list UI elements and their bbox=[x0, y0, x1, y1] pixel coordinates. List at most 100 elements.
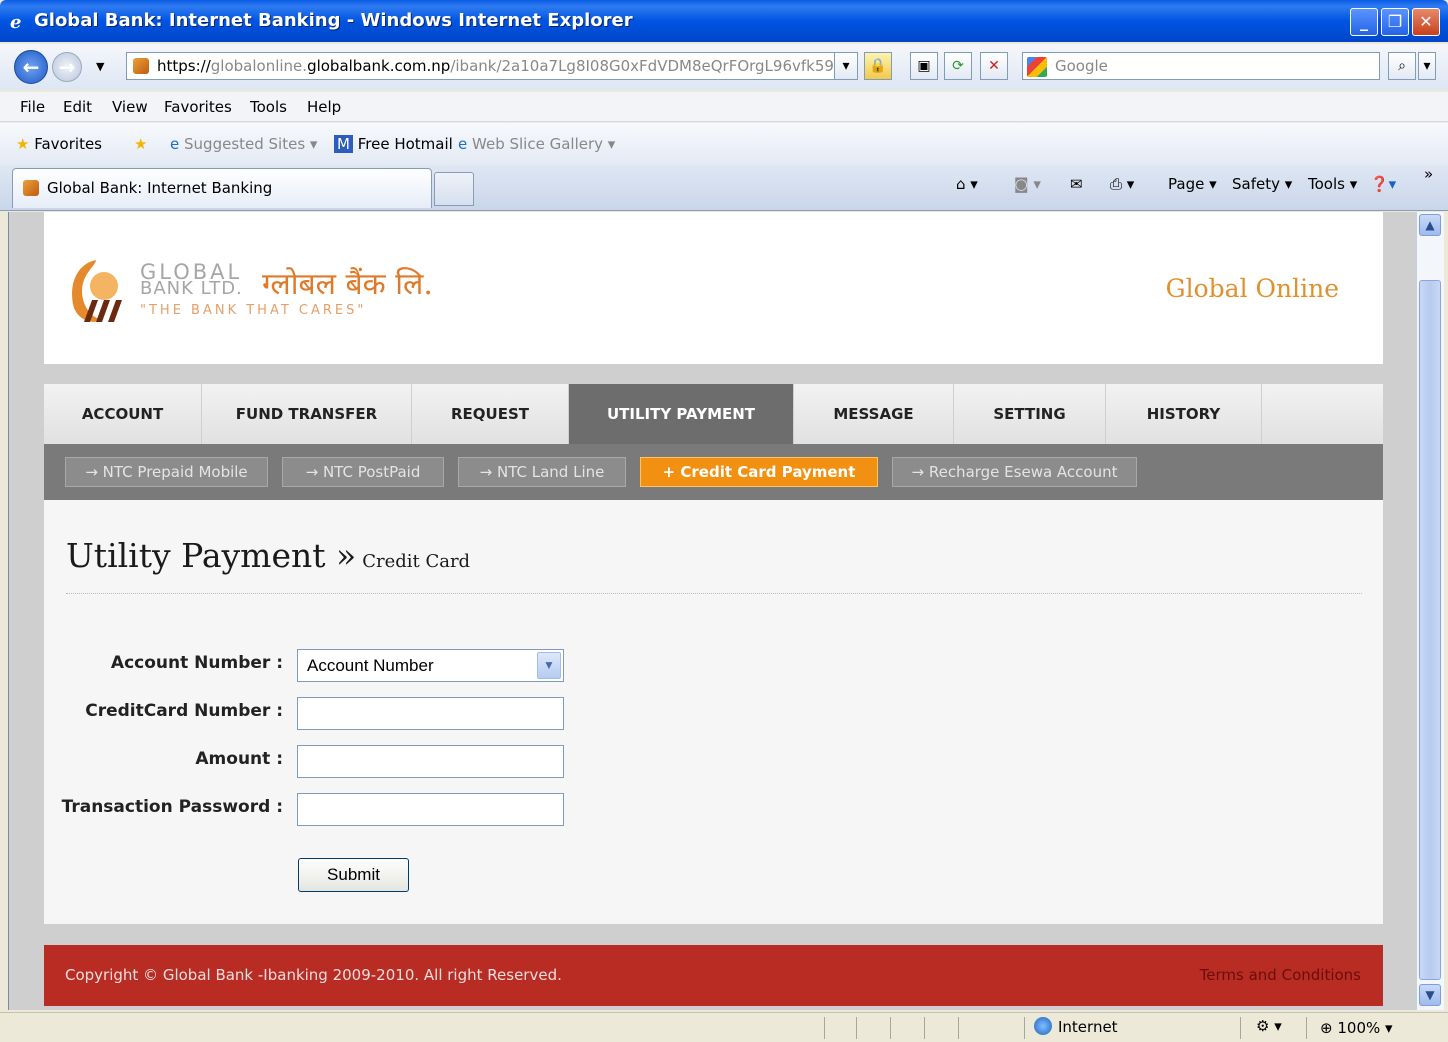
url-subdomain: globalonline. bbox=[210, 57, 308, 75]
home-icon[interactable]: ⌂ ▾ bbox=[956, 175, 978, 193]
add-favorite-icon[interactable]: ★ bbox=[134, 135, 147, 153]
menu-edit[interactable]: Edit bbox=[63, 98, 92, 116]
search-placeholder: Google bbox=[1055, 57, 1108, 75]
transaction-password-input[interactable] bbox=[297, 793, 564, 826]
page-title-sub: Credit Card bbox=[362, 551, 471, 572]
amount-label: Amount : bbox=[195, 749, 283, 769]
protected-mode-icon[interactable]: ⚙ ▾ bbox=[1256, 1017, 1282, 1035]
favorites-label: Favorites bbox=[34, 135, 102, 153]
back-button[interactable]: ← bbox=[14, 50, 48, 84]
nav-account[interactable]: ACCOUNT bbox=[44, 384, 202, 444]
nav-history[interactable]: HISTORY bbox=[1106, 384, 1262, 444]
internet-globe-icon bbox=[1034, 1017, 1052, 1035]
browser-tab-active[interactable]: Global Bank: Internet Banking bbox=[12, 168, 432, 208]
browser-window: e Global Bank: Internet Banking - Window… bbox=[0, 0, 1448, 1042]
tab-row: Global Bank: Internet Banking ⌂ ▾ ◙ ▾ ✉ … bbox=[0, 165, 1448, 211]
web-slice-gallery-link[interactable]: e Web Slice Gallery ▾ bbox=[458, 135, 615, 153]
maximize-button[interactable]: ❐ bbox=[1381, 8, 1409, 36]
address-bar[interactable]: https://globalonline.globalbank.com.np/i… bbox=[126, 52, 858, 80]
status-separator bbox=[890, 1017, 891, 1039]
account-number-label: Account Number : bbox=[110, 653, 283, 673]
help-icon[interactable]: ❓▾ bbox=[1370, 175, 1396, 193]
free-hotmail-label: Free Hotmail bbox=[357, 135, 453, 153]
search-input[interactable]: Google bbox=[1022, 52, 1380, 80]
lock-icon[interactable]: 🔒 bbox=[864, 52, 892, 80]
creditcard-number-input[interactable] bbox=[297, 697, 564, 730]
status-separator bbox=[1306, 1017, 1307, 1039]
terms-link[interactable]: Terms and Conditions bbox=[1200, 966, 1361, 984]
subnav-recharge-esewa[interactable]: → Recharge Esewa Account bbox=[892, 457, 1137, 487]
subnav-ntc-prepaid[interactable]: → NTC Prepaid Mobile bbox=[65, 457, 268, 487]
zoom-level[interactable]: ⊕ 100% ▾ bbox=[1320, 1019, 1393, 1037]
url-prefix: https:// bbox=[157, 57, 211, 75]
refresh-button[interactable]: ⟳ bbox=[944, 52, 972, 80]
logo-text-nepali: ग्लोबल बैंक लि. bbox=[262, 267, 433, 302]
menu-tools[interactable]: Tools bbox=[250, 98, 287, 116]
scroll-down-icon[interactable]: ▼ bbox=[1419, 984, 1441, 1006]
suggested-sites-label: Suggested Sites ▾ bbox=[184, 135, 318, 153]
close-button[interactable]: ✕ bbox=[1412, 8, 1440, 36]
chevron-down-icon[interactable]: ▼ bbox=[537, 652, 561, 679]
tools-menu[interactable]: Tools ▾ bbox=[1308, 175, 1357, 193]
nav-setting[interactable]: SETTING bbox=[954, 384, 1106, 444]
stop-button[interactable]: ✕ bbox=[980, 52, 1008, 80]
web-slice-icon: e bbox=[458, 135, 468, 153]
url-host: globalbank.com.np bbox=[307, 57, 451, 75]
status-separator bbox=[1024, 1017, 1025, 1039]
heading-divider bbox=[66, 593, 1362, 594]
zoom-icon: ⊕ bbox=[1320, 1019, 1333, 1037]
url-path: /ibank/2a10a7Lg8I08G0xFdVDM8eQrFOrgL96vf… bbox=[450, 57, 857, 75]
nav-request[interactable]: REQUEST bbox=[412, 384, 569, 444]
main-content: Utility Payment » Credit Card Account Num… bbox=[44, 500, 1383, 924]
ie-icon: e bbox=[170, 135, 180, 153]
feeds-icon[interactable]: ◙ ▾ bbox=[1014, 175, 1041, 193]
creditcard-number-label: CreditCard Number : bbox=[85, 701, 283, 721]
search-options-button[interactable]: ▾ bbox=[1418, 52, 1436, 80]
recent-pages-dropdown-icon[interactable]: ▼ bbox=[96, 60, 104, 73]
nav-message[interactable]: MESSAGE bbox=[794, 384, 954, 444]
status-bar: Internet ⚙ ▾ ⊕ 100% ▾ bbox=[0, 1012, 1448, 1042]
address-dropdown-button[interactable]: ▾ bbox=[834, 52, 858, 80]
page-menu[interactable]: Page ▾ bbox=[1168, 175, 1217, 193]
nav-fund-transfer[interactable]: FUND TRANSFER bbox=[202, 384, 412, 444]
scrollbar-thumb[interactable] bbox=[1419, 280, 1441, 980]
nav-utility-payment[interactable]: UTILITY PAYMENT bbox=[569, 384, 794, 444]
menu-favorites[interactable]: Favorites bbox=[164, 98, 232, 116]
account-number-select[interactable]: Account Number ▼ bbox=[297, 649, 564, 682]
subnav-ntc-landline[interactable]: → NTC Land Line bbox=[458, 457, 626, 487]
search-button[interactable]: ⌕ bbox=[1388, 52, 1416, 80]
read-mail-icon[interactable]: ✉ bbox=[1070, 175, 1083, 193]
scroll-up-icon[interactable]: ▲ bbox=[1419, 214, 1441, 236]
safety-menu[interactable]: Safety ▾ bbox=[1232, 175, 1292, 193]
menu-view[interactable]: View bbox=[112, 98, 148, 116]
more-commands-chevron-icon[interactable]: » bbox=[1424, 165, 1433, 183]
free-hotmail-link[interactable]: M Free Hotmail bbox=[334, 135, 453, 153]
menu-file[interactable]: File bbox=[20, 98, 45, 116]
hotmail-icon: M bbox=[334, 135, 353, 153]
print-icon[interactable]: ⎙ ▾ bbox=[1110, 175, 1134, 193]
site-header: GLOBAL BANK LTD. ग्लोबल बैंक लि. "THE BA… bbox=[44, 212, 1383, 364]
favorites-bar: ★ Favorites ★ e Suggested Sites ▾ M Free… bbox=[0, 123, 1448, 165]
minimize-button[interactable]: _ bbox=[1350, 8, 1378, 36]
security-zone: Internet bbox=[1034, 1017, 1118, 1036]
title-bar: e Global Bank: Internet Banking - Window… bbox=[0, 0, 1448, 42]
subnav-credit-card-payment[interactable]: + Credit Card Payment bbox=[640, 457, 878, 487]
status-separator bbox=[924, 1017, 925, 1039]
site-footer: Copyright © Global Bank -Ibanking 2009-2… bbox=[44, 945, 1383, 1006]
logo-text-bank-ltd: BANK LTD. bbox=[140, 278, 243, 299]
suggested-sites-link[interactable]: e Suggested Sites ▾ bbox=[170, 135, 317, 153]
main-nav: ACCOUNT FUND TRANSFER REQUEST UTILITY PA… bbox=[44, 384, 1383, 444]
forward-button[interactable]: → bbox=[52, 52, 82, 82]
zoom-value: 100% bbox=[1337, 1019, 1381, 1037]
favorites-button[interactable]: ★ Favorites bbox=[16, 135, 102, 153]
brand-title: Global Online bbox=[1165, 274, 1339, 303]
compatibility-view-icon[interactable]: ▣ bbox=[910, 52, 938, 80]
submit-button[interactable]: Submit bbox=[298, 858, 409, 892]
menu-help[interactable]: Help bbox=[307, 98, 341, 116]
subnav-ntc-postpaid[interactable]: → NTC PostPaid bbox=[282, 457, 444, 487]
menu-bar: File Edit View Favorites Tools Help bbox=[0, 92, 1448, 122]
status-separator bbox=[1240, 1017, 1241, 1039]
new-tab-button[interactable] bbox=[434, 172, 474, 206]
vertical-scrollbar[interactable]: ▲ ▼ bbox=[1416, 212, 1444, 1010]
amount-input[interactable] bbox=[297, 745, 564, 778]
